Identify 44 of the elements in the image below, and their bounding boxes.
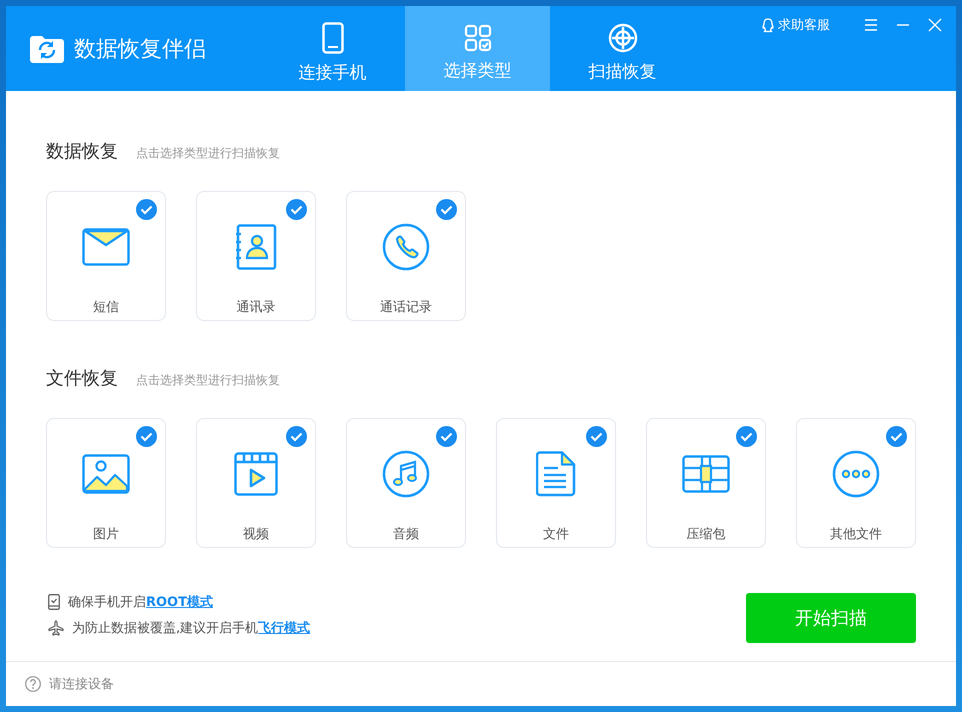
status-text: 请连接设备 bbox=[49, 676, 114, 693]
type-card[interactable]: 音频 bbox=[346, 418, 466, 548]
type-card[interactable]: 通话记录 bbox=[346, 191, 466, 321]
tip-text: 确保手机开启ROOT模式 bbox=[68, 594, 213, 611]
grid-icon bbox=[464, 24, 492, 52]
menu-icon[interactable] bbox=[864, 18, 878, 32]
type-card[interactable]: 视频 bbox=[196, 418, 316, 548]
type-card[interactable]: 短信 bbox=[46, 191, 166, 321]
crosshair-icon bbox=[608, 22, 638, 52]
checkmark-icon[interactable] bbox=[136, 426, 157, 447]
type-card[interactable]: 文件 bbox=[496, 418, 616, 548]
type-card[interactable]: 通讯录 bbox=[196, 191, 316, 321]
checkmark-icon[interactable] bbox=[586, 426, 607, 447]
airplane-icon bbox=[48, 620, 64, 636]
music-note-icon bbox=[382, 450, 430, 498]
section-title: 数据恢复 bbox=[46, 140, 118, 163]
more-icon bbox=[832, 450, 880, 498]
phone-check-icon bbox=[48, 594, 60, 610]
document-icon bbox=[536, 451, 576, 497]
app-logo-icon bbox=[30, 34, 64, 62]
type-card[interactable]: 其他文件 bbox=[796, 418, 916, 548]
section-title: 文件恢复 bbox=[46, 367, 118, 390]
checkmark-icon[interactable] bbox=[286, 426, 307, 447]
video-icon bbox=[234, 452, 278, 496]
help-icon bbox=[25, 676, 41, 692]
type-card[interactable]: 图片 bbox=[46, 418, 166, 548]
archive-icon bbox=[682, 455, 730, 493]
envelope-icon bbox=[82, 228, 130, 266]
checkmark-icon[interactable] bbox=[136, 199, 157, 220]
checkmark-icon[interactable] bbox=[436, 426, 457, 447]
window-title: 数据恢复伴侣 bbox=[74, 36, 206, 64]
contact-book-icon bbox=[235, 224, 277, 270]
phone-icon bbox=[322, 22, 344, 54]
close-icon[interactable] bbox=[928, 18, 942, 32]
section-hint: 点击选择类型进行扫描恢复 bbox=[136, 145, 280, 162]
section-hint: 点击选择类型进行扫描恢复 bbox=[136, 372, 280, 389]
checkmark-icon[interactable] bbox=[286, 199, 307, 220]
type-card[interactable]: 压缩包 bbox=[646, 418, 766, 548]
phone-call-icon bbox=[382, 223, 430, 271]
checkmark-icon[interactable] bbox=[436, 199, 457, 220]
checkmark-icon[interactable] bbox=[886, 426, 907, 447]
checkmark-icon[interactable] bbox=[736, 426, 757, 447]
image-icon bbox=[82, 454, 130, 494]
tip-text: 为防止数据被覆盖,建议开启手机飞行模式 bbox=[72, 620, 310, 637]
